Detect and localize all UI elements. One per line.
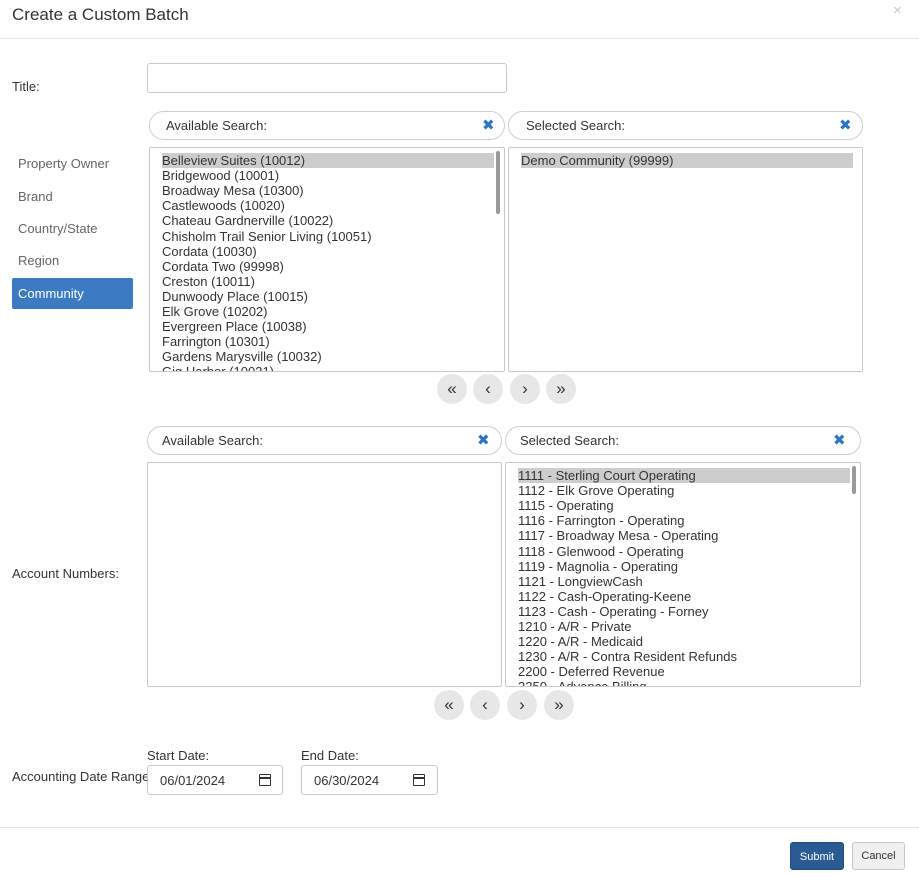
- start-date-input[interactable]: 06/01/2024: [147, 765, 283, 795]
- move-right-button[interactable]: ›: [507, 690, 537, 720]
- sidebar-item-community[interactable]: Community: [12, 278, 133, 309]
- title-input[interactable]: [147, 63, 507, 93]
- list-item[interactable]: Gardens Marysville (10032): [162, 349, 322, 364]
- start-date-value: 06/01/2024: [160, 773, 226, 788]
- end-date-label: End Date:: [301, 748, 359, 763]
- move-right-button[interactable]: ›: [510, 374, 540, 404]
- list-item[interactable]: Broadway Mesa (10300): [162, 183, 304, 198]
- community-available-search[interactable]: Available Search: ✖: [149, 111, 505, 140]
- list-item[interactable]: Cordata Two (99998): [162, 259, 284, 274]
- list-item[interactable]: Belleview Suites (10012): [162, 153, 494, 168]
- community-selected-search-placeholder: Selected Search:: [526, 118, 626, 133]
- date-range-label: Accounting Date Range:: [12, 769, 153, 784]
- list-item[interactable]: Demo Community (99999): [521, 153, 853, 168]
- clear-icon[interactable]: ✖: [482, 116, 495, 134]
- sidebar-item-brand[interactable]: Brand: [18, 189, 53, 204]
- list-item[interactable]: Chateau Gardnerville (10022): [162, 213, 333, 228]
- move-all-left-button[interactable]: «: [434, 690, 464, 720]
- list-item[interactable]: 1220 - A/R - Medicaid: [518, 634, 643, 649]
- community-selected-search[interactable]: Selected Search: ✖: [508, 111, 863, 140]
- list-item[interactable]: 1116 - Farrington - Operating: [518, 513, 684, 528]
- clear-icon[interactable]: ✖: [477, 431, 490, 449]
- account-selected-list[interactable]: 1111 - Sterling Court Operating 1112 - El…: [505, 462, 861, 687]
- list-item[interactable]: 1117 - Broadway Mesa - Operating: [518, 528, 718, 543]
- account-selected-search-placeholder: Selected Search:: [520, 433, 620, 448]
- account-available-search[interactable]: Available Search: ✖: [147, 426, 502, 455]
- account-selected-search[interactable]: Selected Search: ✖: [505, 426, 861, 455]
- list-item[interactable]: 1230 - A/R - Contra Resident Refunds: [518, 649, 737, 664]
- list-item[interactable]: Cordata (10030): [162, 244, 257, 259]
- list-item[interactable]: 1210 - A/R - Private: [518, 619, 631, 634]
- list-item[interactable]: 2250 - Advance Billing: [518, 679, 647, 686]
- list-item[interactable]: 1119 - Magnolia - Operating: [518, 559, 678, 574]
- start-date-label: Start Date:: [147, 748, 210, 763]
- move-left-button[interactable]: ‹: [470, 690, 500, 720]
- move-all-right-button[interactable]: »: [546, 374, 576, 404]
- list-item[interactable]: Evergreen Place (10038): [162, 319, 307, 334]
- calendar-icon[interactable]: [259, 774, 271, 786]
- move-left-button[interactable]: ‹: [473, 374, 503, 404]
- end-date-input[interactable]: 06/30/2024: [301, 765, 438, 795]
- move-all-right-button[interactable]: »: [544, 690, 574, 720]
- title-label: Title:: [12, 79, 40, 94]
- list-item[interactable]: 1111 - Sterling Court Operating: [518, 468, 850, 483]
- scrollbar[interactable]: [852, 466, 856, 494]
- sidebar-item-country-state[interactable]: Country/State: [18, 221, 98, 236]
- community-selected-list[interactable]: Demo Community (99999): [508, 147, 863, 372]
- list-item[interactable]: 1123 - Cash - Operating - Forney: [518, 604, 709, 619]
- cancel-button[interactable]: Cancel: [852, 842, 905, 870]
- list-item[interactable]: 1121 - LongviewCash: [518, 574, 643, 589]
- clear-icon[interactable]: ✖: [839, 116, 852, 134]
- header-divider: [0, 38, 919, 39]
- end-date-value: 06/30/2024: [314, 773, 380, 788]
- submit-button[interactable]: Submit: [790, 842, 844, 870]
- list-item[interactable]: 1115 - Operating: [518, 498, 614, 513]
- scrollbar[interactable]: [496, 151, 500, 214]
- account-available-list[interactable]: [147, 462, 502, 687]
- list-item[interactable]: Farrington (10301): [162, 334, 270, 349]
- list-item[interactable]: Elk Grove (10202): [162, 304, 268, 319]
- list-item[interactable]: 1112 - Elk Grove Operating: [518, 483, 674, 498]
- list-item[interactable]: 1122 - Cash-Operating-Keene: [518, 589, 691, 604]
- list-item[interactable]: Chisholm Trail Senior Living (10051): [162, 229, 372, 244]
- sidebar-item-region[interactable]: Region: [18, 253, 59, 268]
- list-item[interactable]: 2200 - Deferred Revenue: [518, 664, 665, 679]
- close-icon[interactable]: ×: [893, 2, 902, 19]
- footer-divider: [0, 827, 919, 828]
- clear-icon[interactable]: ✖: [833, 431, 846, 449]
- list-item[interactable]: 1118 - Glenwood - Operating: [518, 544, 684, 559]
- community-available-search-placeholder: Available Search:: [166, 118, 267, 133]
- modal-title: Create a Custom Batch: [12, 5, 189, 24]
- account-numbers-label: Account Numbers:: [12, 566, 119, 581]
- calendar-icon[interactable]: [413, 774, 425, 786]
- list-item[interactable]: Gig Harbor (10031): [162, 364, 274, 371]
- list-item[interactable]: Castlewoods (10020): [162, 198, 285, 213]
- list-item[interactable]: Creston (10011): [162, 274, 255, 289]
- sidebar-item-property-owner[interactable]: Property Owner: [18, 156, 109, 171]
- account-available-search-placeholder: Available Search:: [162, 433, 263, 448]
- move-all-left-button[interactable]: «: [437, 374, 467, 404]
- list-item[interactable]: Dunwoody Place (10015): [162, 289, 308, 304]
- list-item[interactable]: Bridgewood (10001): [162, 168, 279, 183]
- community-available-list[interactable]: Belleview Suites (10012) Bridgewood (1000…: [149, 147, 505, 372]
